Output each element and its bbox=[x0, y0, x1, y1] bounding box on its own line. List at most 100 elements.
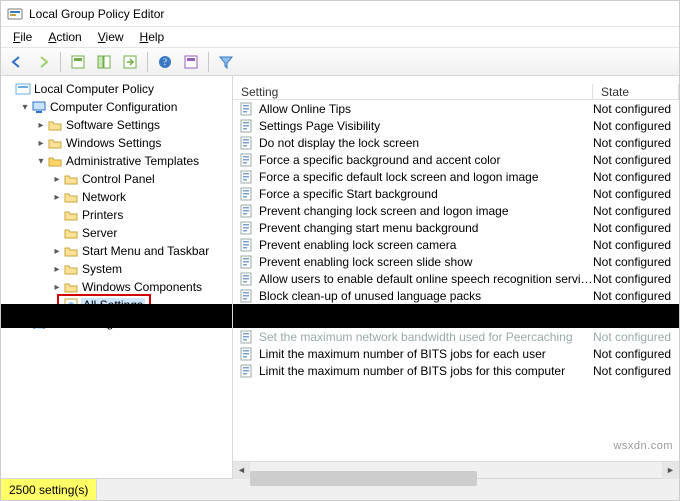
list-item[interactable]: Allow users to enable default online spe… bbox=[233, 270, 679, 287]
toolbar-separator bbox=[208, 52, 209, 72]
list-item-state: Not configured bbox=[593, 204, 679, 218]
policy-item-icon bbox=[239, 220, 255, 236]
list-item[interactable]: Prevent enabling lock screen slide showN… bbox=[233, 253, 679, 270]
policy-item-icon bbox=[239, 186, 255, 202]
policy-item-icon bbox=[239, 363, 255, 379]
list-item[interactable]: Allow Online TipsNot configured bbox=[233, 100, 679, 117]
column-header-setting[interactable]: Setting bbox=[233, 84, 593, 99]
tree-server[interactable]: Server bbox=[3, 224, 230, 242]
folder-icon bbox=[63, 243, 79, 259]
twisty-closed-icon[interactable]: ▸ bbox=[35, 120, 47, 131]
menu-help[interactable]: Help bbox=[132, 28, 173, 46]
menu-bar: File Action View Help bbox=[1, 27, 679, 48]
list-item[interactable]: Settings Page VisibilityNot configured bbox=[233, 117, 679, 134]
tree-label: Windows Settings bbox=[66, 136, 161, 150]
tree-label: Administrative Templates bbox=[66, 154, 199, 168]
list-item-state: Not configured bbox=[593, 289, 679, 303]
list-item-label: Force a specific background and accent c… bbox=[259, 153, 593, 167]
list-item-state: Not configured bbox=[593, 221, 679, 235]
properties-button[interactable] bbox=[66, 50, 90, 74]
tree-root[interactable]: Local Computer Policy bbox=[3, 80, 230, 98]
twisty-closed-icon[interactable]: ▸ bbox=[51, 264, 63, 275]
column-header-state[interactable]: State bbox=[593, 84, 679, 99]
tree-software-settings[interactable]: ▸ Software Settings bbox=[3, 116, 230, 134]
policy-item-icon bbox=[239, 237, 255, 253]
list-item[interactable]: Do not display the lock screenNot config… bbox=[233, 134, 679, 151]
list-item-label: Prevent enabling lock screen slide show bbox=[259, 255, 593, 269]
policy-item-icon bbox=[239, 118, 255, 134]
status-count: 2500 setting(s) bbox=[1, 479, 97, 500]
policy-item-icon bbox=[239, 346, 255, 362]
tree-admin-templates[interactable]: ▾ Administrative Templates bbox=[3, 152, 230, 170]
folder-icon bbox=[63, 189, 79, 205]
tree-label: Software Settings bbox=[66, 118, 160, 132]
twisty-open-icon[interactable]: ▾ bbox=[35, 156, 47, 167]
list-body: Allow Online TipsNot configuredSettings … bbox=[233, 100, 679, 461]
folder-icon bbox=[63, 225, 79, 241]
tree-system[interactable]: ▸ System bbox=[3, 260, 230, 278]
list-item[interactable]: Limit the maximum number of BITS jobs fo… bbox=[233, 345, 679, 362]
twisty-open-icon[interactable]: ▾ bbox=[19, 102, 31, 113]
tree-start-menu-taskbar[interactable]: ▸ Start Menu and Taskbar bbox=[3, 242, 230, 260]
list-item[interactable]: Set the maximum network bandwidth used f… bbox=[233, 328, 679, 345]
tree-control-panel[interactable]: ▸ Control Panel bbox=[3, 170, 230, 188]
show-hide-tree-button[interactable] bbox=[92, 50, 116, 74]
list-item-state: Not configured bbox=[593, 119, 679, 133]
list-item[interactable]: Force a specific default lock screen and… bbox=[233, 168, 679, 185]
list-item-label: Settings Page Visibility bbox=[259, 119, 593, 133]
tree-label: System bbox=[82, 262, 122, 276]
list-item-state: Not configured bbox=[593, 153, 679, 167]
tree-label: Windows Components bbox=[82, 280, 202, 294]
tree-label: Network bbox=[82, 190, 126, 204]
list-item-label: Do not display the lock screen bbox=[259, 136, 593, 150]
back-button[interactable] bbox=[5, 50, 29, 74]
tree-network[interactable]: ▸ Network bbox=[3, 188, 230, 206]
filter-button[interactable] bbox=[214, 50, 238, 74]
policy-item-icon bbox=[239, 329, 255, 345]
list-item[interactable]: Force a specific Start backgroundNot con… bbox=[233, 185, 679, 202]
menu-action[interactable]: Action bbox=[40, 28, 89, 46]
toolbar-separator bbox=[147, 52, 148, 72]
tree-pane: Local Computer Policy ▾ Computer Configu… bbox=[1, 76, 233, 478]
tree-label: Computer Configuration bbox=[50, 100, 177, 114]
tree-label: Server bbox=[82, 226, 117, 240]
folder-icon bbox=[63, 279, 79, 295]
policy-item-icon bbox=[239, 135, 255, 151]
list-item-state: Not configured bbox=[593, 238, 679, 252]
twisty-closed-icon[interactable]: ▸ bbox=[51, 246, 63, 257]
horizontal-scrollbar[interactable]: ◄ ► bbox=[233, 461, 679, 478]
list-item-label: Force a specific Start background bbox=[259, 187, 593, 201]
list-item[interactable]: Prevent changing start menu backgroundNo… bbox=[233, 219, 679, 236]
forward-button[interactable] bbox=[31, 50, 55, 74]
tree-computer-configuration[interactable]: ▾ Computer Configuration bbox=[3, 98, 230, 116]
twisty-closed-icon[interactable]: ▸ bbox=[51, 282, 63, 293]
scroll-thumb[interactable] bbox=[250, 471, 477, 486]
policy-item-icon bbox=[239, 271, 255, 287]
list-item[interactable]: Block clean-up of unused language packsN… bbox=[233, 287, 679, 304]
policy-item-icon bbox=[239, 254, 255, 270]
list-item-label: Prevent changing lock screen and logon i… bbox=[259, 204, 593, 218]
twisty-closed-icon[interactable]: ▸ bbox=[51, 174, 63, 185]
list-item[interactable]: Limit the maximum number of BITS jobs fo… bbox=[233, 362, 679, 379]
scroll-left-button[interactable]: ◄ bbox=[233, 462, 250, 479]
export-list-button[interactable] bbox=[118, 50, 142, 74]
folder-icon bbox=[47, 135, 63, 151]
twisty-closed-icon[interactable]: ▸ bbox=[51, 192, 63, 203]
twisty-closed-icon[interactable]: ▸ bbox=[35, 138, 47, 149]
help-button[interactable]: ? bbox=[153, 50, 177, 74]
list-item-label: Limit the maximum number of BITS jobs fo… bbox=[259, 364, 593, 378]
policy-icon-button[interactable] bbox=[179, 50, 203, 74]
menu-view[interactable]: View bbox=[90, 28, 132, 46]
scroll-right-button[interactable]: ► bbox=[662, 462, 679, 479]
policy-item-icon bbox=[239, 288, 255, 304]
tree-windows-settings[interactable]: ▸ Windows Settings bbox=[3, 134, 230, 152]
list-item[interactable]: Prevent enabling lock screen cameraNot c… bbox=[233, 236, 679, 253]
list-item[interactable]: Force a specific background and accent c… bbox=[233, 151, 679, 168]
tree-printers[interactable]: Printers bbox=[3, 206, 230, 224]
policy-item-icon bbox=[239, 169, 255, 185]
list-item[interactable]: Prevent changing lock screen and logon i… bbox=[233, 202, 679, 219]
redaction-band bbox=[1, 304, 232, 328]
menu-file[interactable]: File bbox=[5, 28, 40, 46]
list-item-label: Prevent enabling lock screen camera bbox=[259, 238, 593, 252]
policy-item-icon bbox=[239, 203, 255, 219]
